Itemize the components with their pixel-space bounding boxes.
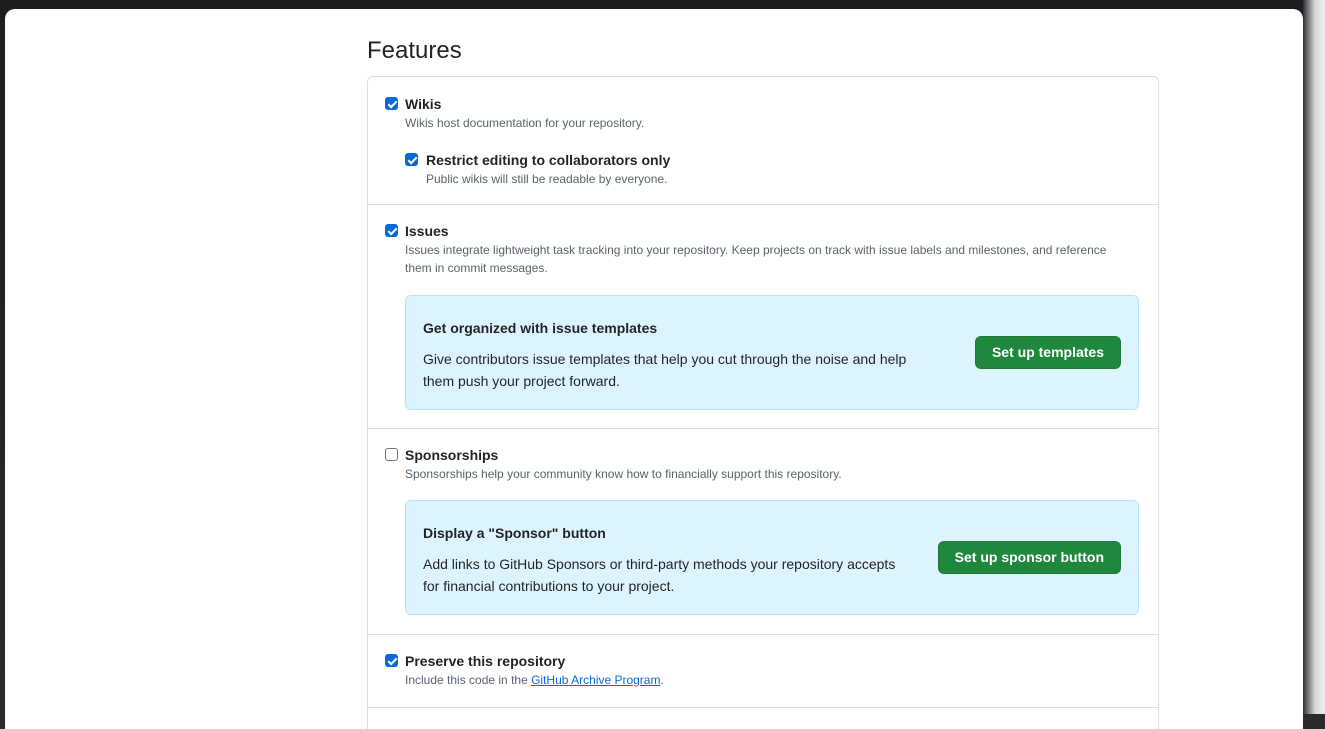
restrict-editing-description: Public wikis will still be readable by e… bbox=[426, 172, 668, 186]
preserve-checkbox[interactable] bbox=[385, 654, 398, 667]
github-archive-program-link[interactable]: GitHub Archive Program bbox=[531, 673, 660, 687]
sponsor-button-callout: Display a "Sponsor" button Add links to … bbox=[405, 500, 1139, 615]
set-up-sponsor-button[interactable]: Set up sponsor button bbox=[937, 541, 1121, 574]
restrict-editing-label[interactable]: Restrict editing to collaborators only bbox=[426, 151, 670, 169]
issues-checkbox[interactable] bbox=[385, 224, 398, 237]
issues-label[interactable]: Issues bbox=[405, 222, 449, 240]
sponsorships-checkbox[interactable] bbox=[385, 448, 398, 461]
wikis-checkbox[interactable] bbox=[385, 97, 398, 110]
preserve-description-suffix: . bbox=[660, 673, 664, 687]
browser-window: Features Wikis Wikis host documentation … bbox=[5, 9, 1303, 729]
preserve-description: Include this code in the GitHub Archive … bbox=[405, 671, 664, 689]
features-heading: Features bbox=[367, 37, 462, 64]
wikis-description: Wikis host documentation for your reposi… bbox=[405, 116, 645, 130]
restrict-editing-checkbox[interactable] bbox=[405, 153, 418, 166]
set-up-templates-button[interactable]: Set up templates bbox=[974, 336, 1121, 369]
window-edge bbox=[1303, 0, 1325, 714]
feature-row-sponsorships: Sponsorships Sponsorships help your comm… bbox=[368, 429, 1158, 635]
sponsorships-description: Sponsorships help your community know ho… bbox=[405, 467, 842, 481]
issues-description: Issues integrate lightweight task tracki… bbox=[405, 243, 1107, 275]
issue-templates-callout-text: Give contributors issue templates that h… bbox=[423, 351, 907, 389]
feature-row-preserve: Preserve this repository Include this co… bbox=[368, 635, 1158, 708]
feature-row-issues: Issues Issues integrate lightweight task… bbox=[368, 205, 1158, 429]
features-box: Wikis Wikis host documentation for your … bbox=[367, 76, 1159, 729]
preserve-description-prefix: Include this code in the bbox=[405, 673, 532, 687]
preserve-label[interactable]: Preserve this repository bbox=[405, 652, 565, 670]
wikis-label[interactable]: Wikis bbox=[405, 95, 441, 113]
feature-row-wikis: Wikis Wikis host documentation for your … bbox=[368, 77, 1158, 205]
issue-templates-callout-title: Get organized with issue templates bbox=[423, 320, 658, 336]
sponsorships-label[interactable]: Sponsorships bbox=[405, 446, 498, 464]
sponsor-button-callout-title: Display a "Sponsor" button bbox=[423, 525, 606, 541]
issue-templates-callout: Get organized with issue templates Give … bbox=[405, 295, 1139, 410]
sponsor-button-callout-text: Add links to GitHub Sponsors or third-pa… bbox=[423, 556, 896, 594]
